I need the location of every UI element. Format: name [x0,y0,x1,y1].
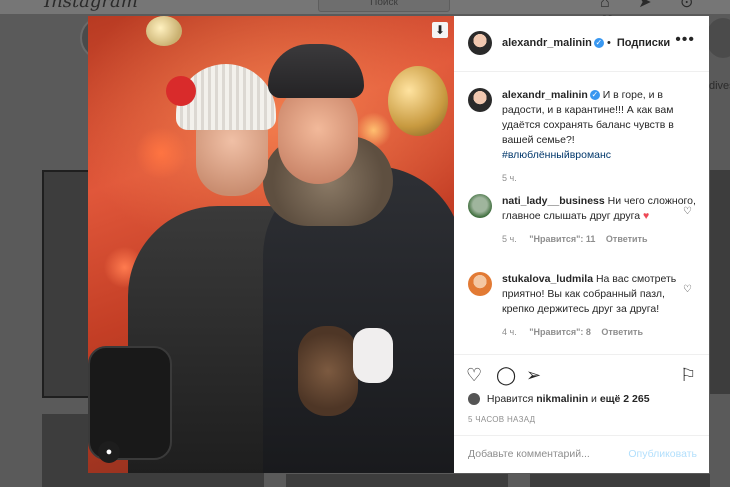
comment-item: nati_lady__business Ни чего сложного, гл… [468,194,698,244]
red-heart-emoji: ♥ [643,210,650,222]
comment-likes[interactable]: "Нравится": 11 [529,234,595,244]
following-button[interactable]: Подписки [617,37,670,49]
comment-username[interactable]: stukalova_ludmila [502,273,593,285]
comment-item: stukalova_ludmila На вас смотреть приятн… [468,272,698,337]
fur-mitten [298,326,358,416]
post-header: alexandr_malinin ✓ • Подписки ••• [454,16,709,72]
download-icon[interactable]: ⬇ [432,22,448,38]
likes-and: и [591,393,597,405]
add-comment-bar: Добавьте комментарий... Опубликовать [454,435,709,474]
comment-bubble-icon[interactable]: ◯ [496,365,516,386]
like-heart-icon[interactable]: ♡ [466,365,482,386]
author-avatar[interactable] [468,31,492,55]
caption-text-block: alexandr_malinin ✓ И в горе, и в радости,… [502,88,698,163]
background-post-thumbnail[interactable] [286,474,508,487]
post-timestamp[interactable]: 5 ЧАСОВ НАЗАД [468,415,535,424]
save-bookmark-icon[interactable]: ⚐ [680,365,696,386]
background-username[interactable]: dives [709,80,730,92]
ornament [388,66,448,136]
comment-text-block: stukalova_ludmila На вас смотреть приятн… [502,272,698,317]
action-bar: ♡ ◯ ➢ ⚐ [466,365,698,389]
comment-time[interactable]: 4 ч. [502,327,517,337]
comment-like-heart-icon[interactable]: ♡ [683,284,692,295]
background-avatar[interactable] [706,18,730,58]
comment-like-heart-icon[interactable]: ♡ [683,206,692,217]
search-input[interactable]: Поиск [318,0,450,12]
author-line: alexandr_malinin ✓ • Подписки [502,37,670,49]
likes-count[interactable]: ещё 2 265 [600,393,650,405]
comment-meta: 4 ч. "Нравится": 8 Ответить [502,327,698,337]
liker-avatar[interactable] [468,393,480,406]
separator-dot: • [606,37,611,49]
post-photo[interactable]: ⬇ ● [88,16,454,473]
background-post-thumbnail[interactable] [42,170,92,398]
author-avatar[interactable] [468,88,492,112]
comment-text-block: nati_lady__business Ни чего сложного, гл… [502,194,698,224]
ornament [146,16,182,46]
comment-meta: 5 ч. "Нравится": 11 Ответить [502,234,698,244]
share-send-icon[interactable]: ➢ [526,365,541,386]
user-tag-icon[interactable]: ● [98,441,120,463]
publish-button[interactable]: Опубликовать [628,448,697,460]
caption-hashtag[interactable]: #влюблённыйвроманс [502,149,611,161]
commenter-avatar[interactable] [468,194,492,218]
author-username[interactable]: alexandr_malinin [502,37,592,49]
caption-item: alexandr_malinin ✓ И в горе, и в радости,… [468,88,698,183]
caption-time[interactable]: 5 ч. [502,173,517,183]
likes-prefix: Нравится [486,393,534,405]
post-info-panel: alexandr_malinin ✓ • Подписки ••• alexand… [454,16,709,473]
more-options-icon[interactable]: ••• [675,31,695,49]
verified-badge-icon: ✓ [593,38,604,49]
commenter-avatar[interactable] [468,272,492,296]
comments-list[interactable]: alexandr_malinin ✓ И в горе, и в радости,… [454,72,709,354]
likes-line: Нравится nikmalinin и ещё 2 265 [468,393,650,406]
comment-username[interactable]: nati_lady__business [502,195,605,207]
background-post-thumbnail[interactable] [710,170,730,394]
post-actions: ♡ ◯ ➢ ⚐ Нравится nikmalinin и ещё 2 265 … [454,354,709,473]
instagram-logo[interactable]: Instagram [44,0,138,12]
comment-time[interactable]: 5 ч. [502,234,517,244]
man-face [278,84,358,184]
reply-button[interactable]: Ответить [606,234,648,244]
reply-button[interactable]: Ответить [601,327,643,337]
caption-username[interactable]: alexandr_malinin [502,89,588,101]
verified-badge-icon: ✓ [589,90,600,101]
red-pompom [166,76,196,106]
comment-likes[interactable]: "Нравится": 8 [529,327,591,337]
caption-meta: 5 ч. [502,173,698,183]
liked-by-username[interactable]: nikmalinin [536,393,588,405]
comment-input[interactable]: Добавьте комментарий... [468,448,590,460]
white-glove [353,328,393,383]
background-post-thumbnail[interactable] [530,474,710,487]
